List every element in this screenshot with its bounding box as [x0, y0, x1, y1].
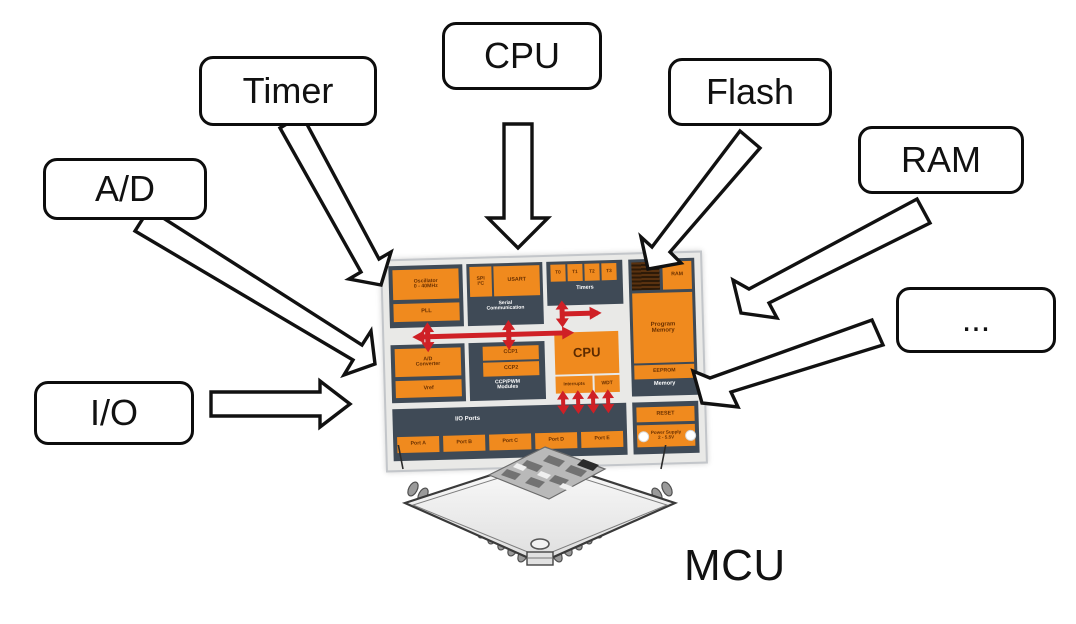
peripheral-box-timer[interactable]: Timer	[199, 56, 377, 126]
peripheral-box-cpu-label: CPU	[483, 35, 560, 76]
peripheral-box-ad-label: A/D	[94, 168, 155, 209]
peripheral-box-flash[interactable]: Flash	[668, 58, 832, 126]
peripheral-box-cpu[interactable]: CPU	[442, 22, 602, 90]
mcu-caption: MCU	[684, 541, 786, 590]
peripheral-box-io-label: I/O	[89, 392, 138, 433]
arrow-timer-to-mcu	[277, 112, 394, 287]
peripheral-box-etc-label: ...	[961, 301, 991, 339]
peripheral-box-timer-label: Timer	[242, 70, 334, 111]
peripheral-box-ad[interactable]: A/D	[43, 158, 207, 220]
arrow-cpu-to-mcu	[483, 122, 553, 251]
arrow-flash-to-mcu	[638, 128, 763, 271]
peripheral-box-ram[interactable]: RAM	[858, 126, 1024, 194]
peripheral-box-io[interactable]: I/O	[34, 381, 194, 445]
diagram-canvas: A/D Timer CPU Flash RAM ... I/O Oscillat…	[0, 0, 1076, 624]
arrow-etc-to-mcu	[690, 317, 886, 410]
peripheral-box-etc[interactable]: ...	[896, 287, 1056, 353]
arrow-io-to-mcu	[209, 377, 353, 431]
peripheral-box-flash-label: Flash	[705, 71, 795, 112]
peripheral-box-ram-label: RAM	[901, 139, 981, 180]
